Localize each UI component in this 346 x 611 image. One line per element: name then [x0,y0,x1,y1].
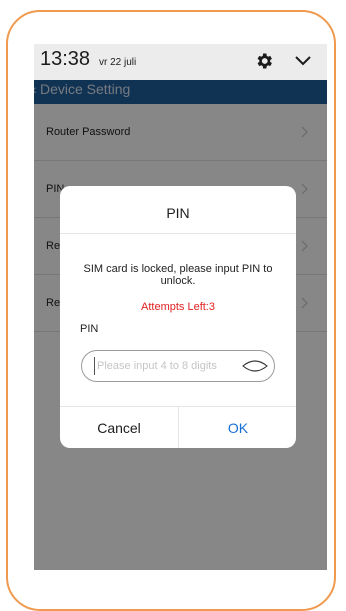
status-time: 13:38 [40,48,91,70]
dialog-title: PIN [166,205,190,221]
attempts-left: Attempts Left:3 [141,301,215,313]
ok-button[interactable]: OK [179,407,296,448]
divider [60,233,296,234]
chevron-down-icon[interactable] [294,53,312,69]
pin-label: PIN [80,323,99,335]
phone-screen: 13:38 vr 22 juli ‹ Device Setting Router… [34,44,327,570]
eye-closed-icon[interactable] [242,359,268,373]
pin-dialog: PIN SIM card is locked, please input PIN… [60,186,296,448]
status-bar: 13:38 vr 22 juli [34,44,327,80]
dialog-message: SIM card is locked, please input PIN to … [83,263,273,287]
cancel-button[interactable]: Cancel [60,407,178,448]
gear-icon[interactable] [254,51,274,71]
pin-input[interactable] [94,357,239,375]
pin-field[interactable] [81,350,275,382]
status-date: vr 22 juli [99,57,137,68]
